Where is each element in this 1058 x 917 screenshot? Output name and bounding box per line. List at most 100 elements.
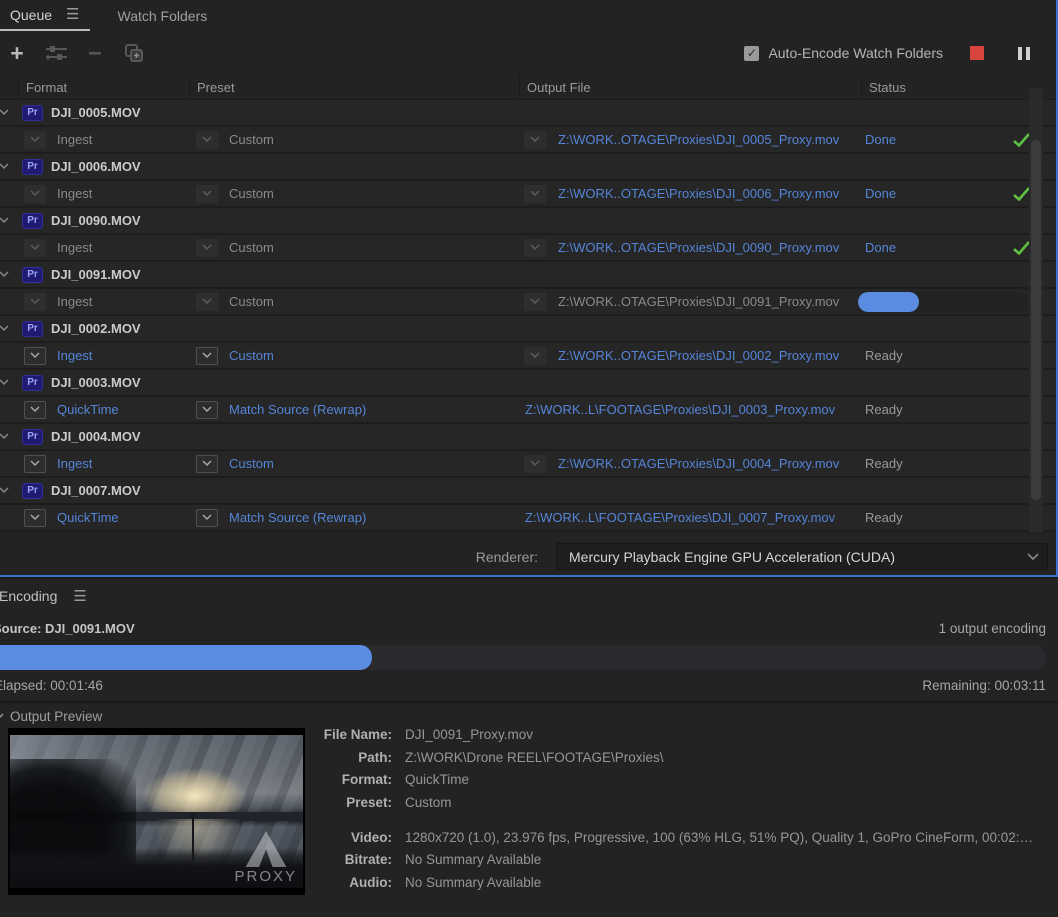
chevron-down-icon[interactable]	[196, 130, 218, 149]
chevron-down-icon[interactable]	[524, 346, 546, 365]
preset-value[interactable]: Custom	[229, 294, 274, 309]
preset-value[interactable]: Custom	[229, 186, 274, 201]
output-file-cell[interactable]: Z:\WORK..OTAGE\Proxies\DJI_0091_Proxy.mo…	[519, 292, 861, 311]
output-file-link[interactable]: Z:\WORK..OTAGE\Proxies\DJI_0091_Proxy.mo…	[558, 294, 839, 309]
output-file-cell[interactable]: Z:\WORK..OTAGE\Proxies\DJI_0005_Proxy.mo…	[519, 130, 861, 149]
preset-cell[interactable]: Custom	[189, 346, 519, 365]
output-file-cell[interactable]: Z:\WORK..OTAGE\Proxies\DJI_0002_Proxy.mo…	[519, 346, 861, 365]
queue-item-source-row[interactable]: Pr DJI_0002.MOV	[0, 316, 1056, 343]
collapse-chevron-icon[interactable]	[0, 109, 10, 116]
output-file-link[interactable]: Z:\WORK..OTAGE\Proxies\DJI_0006_Proxy.mo…	[558, 186, 839, 201]
chevron-down-icon[interactable]	[196, 238, 218, 257]
output-file-link[interactable]: Z:\WORK..OTAGE\Proxies\DJI_0004_Proxy.mo…	[558, 456, 839, 471]
format-value[interactable]: Ingest	[57, 294, 92, 309]
chevron-down-icon[interactable]	[196, 184, 218, 203]
preset-value[interactable]: Match Source (Rewrap)	[229, 402, 366, 417]
chevron-down-icon[interactable]	[24, 346, 46, 365]
preset-value[interactable]: Custom	[229, 348, 274, 363]
queue-item-output-row[interactable]: Ingest Custom Z:\WORK..OTAGE\Proxies\DJI_0…	[0, 235, 1056, 262]
collapse-chevron-icon[interactable]	[0, 217, 10, 224]
queue-item-source-row[interactable]: Pr DJI_0090.MOV	[0, 208, 1056, 235]
output-preview-header[interactable]: Output Preview	[0, 707, 1058, 726]
chevron-down-icon[interactable]	[24, 130, 46, 149]
preset-value[interactable]: Custom	[229, 240, 274, 255]
chevron-down-icon[interactable]	[524, 184, 546, 203]
preset-settings-icon[interactable]	[46, 45, 67, 62]
format-cell[interactable]: Ingest	[18, 454, 189, 473]
chevron-down-icon[interactable]	[524, 130, 546, 149]
format-value[interactable]: Ingest	[57, 186, 92, 201]
chevron-down-icon[interactable]	[196, 346, 218, 365]
format-cell[interactable]: Ingest	[18, 346, 189, 365]
collapse-chevron-icon[interactable]	[0, 325, 10, 332]
collapse-chevron-icon[interactable]	[0, 379, 10, 386]
format-value[interactable]: Ingest	[57, 348, 92, 363]
preset-cell[interactable]: Custom	[189, 292, 519, 311]
chevron-down-icon[interactable]	[196, 454, 218, 473]
chevron-down-icon[interactable]	[196, 400, 218, 419]
output-file-cell[interactable]: Z:\WORK..OTAGE\Proxies\DJI_0006_Proxy.mo…	[519, 184, 861, 203]
collapse-chevron-icon[interactable]	[0, 433, 10, 440]
pause-queue-button[interactable]	[1018, 46, 1030, 60]
chevron-down-icon[interactable]	[524, 292, 546, 311]
chevron-down-icon[interactable]	[24, 454, 46, 473]
collapse-chevron-icon[interactable]	[0, 163, 10, 170]
chevron-down-icon[interactable]	[196, 292, 218, 311]
chevron-down-icon[interactable]	[24, 238, 46, 257]
auto-encode-checkbox[interactable]: ✓	[744, 45, 760, 61]
format-value[interactable]: Ingest	[57, 240, 92, 255]
output-file-link[interactable]: Z:\WORK..OTAGE\Proxies\DJI_0090_Proxy.mo…	[558, 240, 839, 255]
format-value[interactable]: QuickTime	[57, 510, 119, 525]
output-file-link[interactable]: Z:\WORK..OTAGE\Proxies\DJI_0002_Proxy.mo…	[558, 348, 839, 363]
chevron-down-icon[interactable]	[524, 454, 546, 473]
preset-cell[interactable]: Custom	[189, 238, 519, 257]
preset-cell[interactable]: Custom	[189, 184, 519, 203]
queue-item-output-row[interactable]: QuickTime Match Source (Rewrap) Z:\WORK..L…	[0, 505, 1056, 532]
output-file-link[interactable]: Z:\WORK..L\FOOTAGE\Proxies\DJI_0003_Prox…	[525, 402, 835, 417]
chevron-down-icon[interactable]	[24, 508, 46, 527]
queue-item-source-row[interactable]: Pr DJI_0007.MOV	[0, 478, 1056, 505]
chevron-down-icon[interactable]	[24, 292, 46, 311]
renderer-select[interactable]: Mercury Playback Engine GPU Acceleration…	[556, 543, 1048, 570]
output-file-link[interactable]: Z:\WORK..OTAGE\Proxies\DJI_0005_Proxy.mo…	[558, 132, 839, 147]
format-cell[interactable]: Ingest	[18, 292, 189, 311]
chevron-down-icon[interactable]	[524, 238, 546, 257]
output-file-cell[interactable]: Z:\WORK..OTAGE\Proxies\DJI_0004_Proxy.mo…	[519, 454, 861, 473]
panel-menu-icon[interactable]: ☰	[73, 589, 86, 604]
queue-item-output-row[interactable]: Ingest Custom Z:\WORK..OTAGE\Proxies\DJI_0…	[0, 289, 1056, 316]
format-cell[interactable]: QuickTime	[18, 400, 189, 419]
format-value[interactable]: QuickTime	[57, 402, 119, 417]
collapse-chevron-icon[interactable]	[0, 487, 10, 494]
preset-cell[interactable]: Custom	[189, 130, 519, 149]
preset-value[interactable]: Custom	[229, 456, 274, 471]
remove-source-button[interactable]: −	[85, 40, 105, 67]
queue-item-source-row[interactable]: Pr DJI_0003.MOV	[0, 370, 1056, 397]
preset-value[interactable]: Custom	[229, 132, 274, 147]
queue-scrollbar-track[interactable]	[1029, 88, 1043, 532]
queue-item-source-row[interactable]: Pr DJI_0006.MOV	[0, 154, 1056, 181]
chevron-down-icon[interactable]	[24, 400, 46, 419]
tab-watch-folders[interactable]: Watch Folders	[108, 0, 218, 31]
queue-item-output-row[interactable]: Ingest Custom Z:\WORK..OTAGE\Proxies\DJI_0…	[0, 451, 1056, 478]
queue-item-output-row[interactable]: Ingest Custom Z:\WORK..OTAGE\Proxies\DJI_0…	[0, 127, 1056, 154]
queue-item-source-row[interactable]: Pr DJI_0004.MOV	[0, 424, 1056, 451]
format-value[interactable]: Ingest	[57, 456, 92, 471]
preset-cell[interactable]: Match Source (Rewrap)	[189, 508, 519, 527]
queue-item-source-row[interactable]: Pr DJI_0005.MOV	[0, 100, 1056, 127]
output-file-link[interactable]: Z:\WORK..L\FOOTAGE\Proxies\DJI_0007_Prox…	[525, 510, 835, 525]
add-source-button[interactable]: +	[4, 40, 30, 67]
collapse-chevron-icon[interactable]	[0, 271, 10, 278]
output-file-cell[interactable]: Z:\WORK..L\FOOTAGE\Proxies\DJI_0003_Prox…	[519, 402, 861, 417]
chevron-down-icon[interactable]	[196, 508, 218, 527]
output-file-cell[interactable]: Z:\WORK..OTAGE\Proxies\DJI_0090_Proxy.mo…	[519, 238, 861, 257]
format-cell[interactable]: Ingest	[18, 238, 189, 257]
format-cell[interactable]: Ingest	[18, 184, 189, 203]
chevron-down-icon[interactable]	[24, 184, 46, 203]
queue-item-output-row[interactable]: QuickTime Match Source (Rewrap) Z:\WORK..L…	[0, 397, 1056, 424]
queue-item-output-row[interactable]: Ingest Custom Z:\WORK..OTAGE\Proxies\DJI_0…	[0, 181, 1056, 208]
stop-queue-button[interactable]	[970, 46, 984, 60]
preset-cell[interactable]: Match Source (Rewrap)	[189, 400, 519, 419]
queue-item-source-row[interactable]: Pr DJI_0091.MOV	[0, 262, 1056, 289]
format-cell[interactable]: QuickTime	[18, 508, 189, 527]
output-file-cell[interactable]: Z:\WORK..L\FOOTAGE\Proxies\DJI_0007_Prox…	[519, 510, 861, 525]
